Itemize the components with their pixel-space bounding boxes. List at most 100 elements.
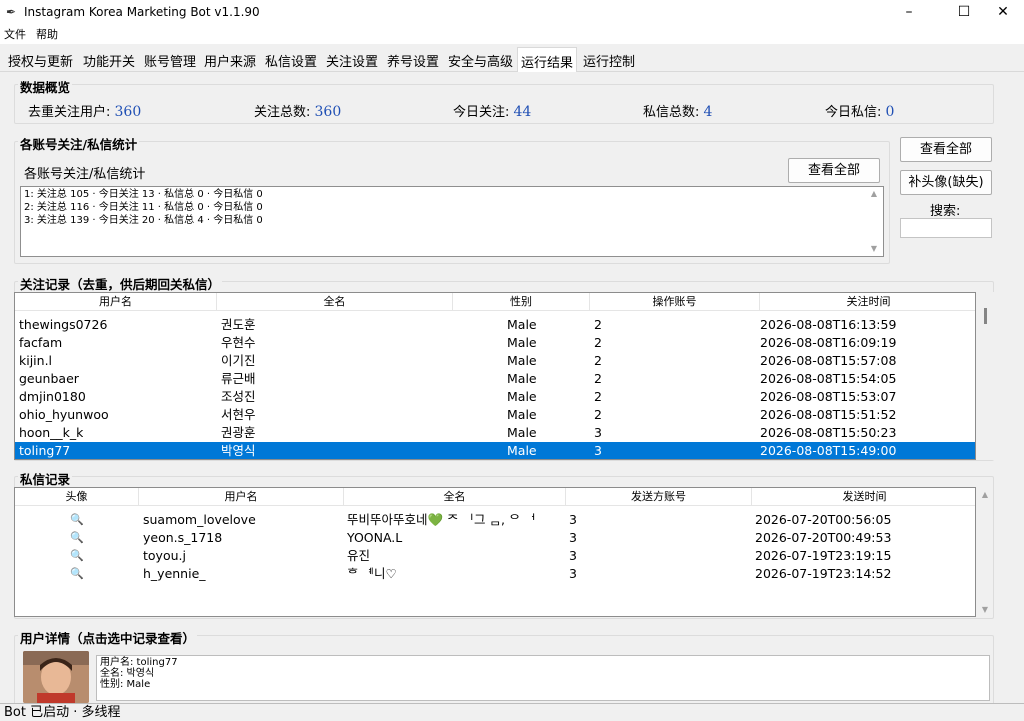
tab-feature-switch[interactable]: 功能开关: [81, 51, 137, 72]
table-cell: 3: [569, 566, 577, 581]
column-header[interactable]: 关注时间: [760, 293, 975, 311]
stat-dm-total: 私信总数: 4: [643, 104, 713, 120]
column-header[interactable]: 用户名: [139, 488, 344, 506]
column-header[interactable]: 发送时间: [752, 488, 975, 506]
table-cell: toling77: [19, 443, 71, 458]
table-cell: Male: [507, 335, 537, 350]
user-detail-line: 用户名: toling77: [100, 657, 178, 668]
search-label: 搜索:: [930, 204, 961, 219]
table-cell: Male: [507, 389, 537, 404]
table-row[interactable]: thewings0726 권도훈 Male 2 2026-08-08T16:13:59: [15, 316, 975, 334]
tab-auth-update[interactable]: 授权与更新: [6, 51, 75, 72]
tab-dm-settings[interactable]: 私信设置: [263, 51, 319, 72]
search-input[interactable]: [900, 218, 992, 238]
fill-avatar-button[interactable]: 补头像(缺失): [900, 170, 992, 195]
table-cell: facfam: [19, 335, 63, 350]
scroll-down-icon[interactable]: ▼: [977, 605, 993, 614]
scroll-up-icon[interactable]: ▲: [866, 189, 882, 198]
window-title: Instagram Korea Marketing Bot v1.1.90: [24, 5, 260, 19]
table-cell: 유진: [347, 548, 371, 563]
tab-security-advanced[interactable]: 安全与高级: [446, 51, 515, 72]
user-detail-textbox[interactable]: 用户名: toling77 全名: 박영식 性别: Male: [96, 655, 990, 701]
view-all-button[interactable]: 查看全部: [900, 137, 992, 162]
table-cell: 2026-07-20T00:49:53: [755, 530, 892, 545]
table-cell: 2026-07-19T23:14:52: [755, 566, 892, 581]
column-header[interactable]: 全名: [344, 488, 566, 506]
table-cell: Male: [507, 353, 537, 368]
account-stats-line: 1: 关注总 105 · 今日关注 13 · 私信总 0 · 今日私信 0: [24, 189, 263, 200]
close-icon[interactable]: ✕: [980, 0, 1024, 24]
account-stats-title: 各账号关注/私信统计: [18, 134, 140, 153]
column-header[interactable]: 头像: [15, 488, 139, 506]
view-all-button-inner[interactable]: 查看全部: [788, 158, 880, 183]
dm-records-title: 私信记录: [18, 469, 73, 488]
magnifier-icon: 🔍: [70, 513, 84, 526]
column-header[interactable]: 用户名: [15, 293, 217, 311]
scroll-down-icon[interactable]: ▼: [866, 244, 882, 253]
tab-account-management[interactable]: 账号管理: [142, 51, 198, 72]
minimize-icon[interactable]: –: [886, 0, 932, 24]
tab-follow-settings[interactable]: 关注设置: [324, 51, 380, 72]
follow-records-table[interactable]: 用户名 全名 性别 操作账号 关注时间 thewings0726 권도훈 Male 2…: [14, 292, 976, 460]
magnifier-icon: 🔍: [70, 531, 84, 544]
tab-user-source[interactable]: 用户来源: [202, 51, 258, 72]
column-header[interactable]: 全名: [217, 293, 453, 311]
table-cell: hoon__k_k: [19, 425, 84, 440]
overview-title: 数据概览: [18, 77, 73, 96]
menu-help[interactable]: 帮助: [36, 26, 58, 42]
stat-follow-total: 关注总数: 360: [254, 104, 342, 120]
dm-records-table[interactable]: 头像 用户名 全名 发送方账号 发送时间 🔍 suamom_lovelove 뚜비뚜…: [14, 487, 976, 617]
column-header[interactable]: 性别: [453, 293, 590, 311]
tab-warmup-settings[interactable]: 养号设置: [385, 51, 441, 72]
table-cell: toyou.j: [143, 548, 186, 563]
table-row[interactable]: 🔍 toyou.j 유진 3 2026-07-19T23:19:15: [15, 547, 975, 565]
scroll-thumb[interactable]: [984, 308, 987, 324]
table-cell: YOONA.L: [347, 530, 403, 545]
table-row[interactable]: 🔍 yeon.s_1718 YOONA.L 3 2026-07-20T00:49:53: [15, 529, 975, 547]
column-header[interactable]: 发送方账号: [566, 488, 752, 506]
menu-file[interactable]: 文件: [4, 26, 26, 42]
table-cell: 2026-08-08T15:49:00: [760, 443, 897, 458]
account-stats-line: 3: 关注总 139 · 今日关注 20 · 私信总 4 · 今日私信 0: [24, 215, 263, 226]
table-cell: 2: [594, 371, 602, 386]
user-detail-line: 性别: Male: [100, 679, 151, 690]
account-stats-line: 2: 关注总 116 · 今日关注 11 · 私信总 0 · 今日私信 0: [24, 202, 263, 213]
table-row[interactable]: kijin.l 이기진 Male 2 2026-08-08T15:57:08: [15, 352, 975, 370]
table-row[interactable]: 🔍 suamom_lovelove 뚜비뚜아뚜호네💚 ᄌ ᅵ그 ᆷ, ᄋ ᅥ 3 202…: [15, 511, 975, 529]
table-row[interactable]: toling77 박영식 Male 3 2026-08-08T15:49:00: [15, 442, 975, 459]
tab-run-results[interactable]: 运行结果: [517, 47, 578, 72]
user-detail-title: 用户详情（点击选中记录查看）: [18, 628, 198, 647]
follow-table-header: 用户名 全名 性别 操作账号 关注时间: [15, 293, 975, 311]
table-cell: 2: [594, 389, 602, 404]
table-cell: Male: [507, 443, 537, 458]
magnifier-icon: 🔍: [70, 567, 84, 580]
table-cell: kijin.l: [19, 353, 53, 368]
table-cell: 3: [569, 530, 577, 545]
table-row[interactable]: hoon__k_k 권광훈 Male 3 2026-08-08T15:50:23: [15, 424, 975, 442]
table-cell: thewings0726: [19, 317, 108, 332]
feather-icon: ✒: [6, 5, 17, 19]
table-cell: 3: [594, 443, 602, 458]
table-row[interactable]: 🔍 h_yennie_ ᄒ ᅨ니♡ 3 2026-07-19T23:14:52: [15, 565, 975, 583]
table-row[interactable]: dmjin0180 조성진 Male 2 2026-08-08T15:53:07: [15, 388, 975, 406]
column-header[interactable]: 操作账号: [590, 293, 760, 311]
table-cell: Male: [507, 371, 537, 386]
scroll-up-icon[interactable]: ▲: [977, 490, 993, 499]
table-cell: 2: [594, 353, 602, 368]
table-row[interactable]: ohio_hyunwoo 서현우 Male 2 2026-08-08T15:51:52: [15, 406, 975, 424]
table-cell: geunbaer: [19, 371, 79, 386]
table-row[interactable]: facfam 우현수 Male 2 2026-08-08T16:09:19: [15, 334, 975, 352]
account-stats-textbox[interactable]: 1: 关注总 105 · 今日关注 13 · 私信总 0 · 今日私信 0 2:…: [20, 186, 884, 257]
tab-run-control[interactable]: 运行控制: [581, 51, 637, 72]
table-cell: h_yennie_: [143, 566, 206, 581]
follow-records-title: 关注记录（去重，供后期回关私信）: [18, 274, 223, 293]
table-cell: ohio_hyunwoo: [19, 407, 109, 422]
table-row[interactable]: geunbaer 류근배 Male 2 2026-08-08T15:54:05: [15, 370, 975, 388]
table-cell: 2026-08-08T15:54:05: [760, 371, 897, 386]
table-cell: 2026-07-20T00:56:05: [755, 512, 892, 527]
follow-scrollbar[interactable]: [978, 292, 994, 460]
table-cell: ᄒ ᅨ니♡: [347, 566, 397, 581]
table-cell: suamom_lovelove: [143, 512, 256, 527]
table-cell: dmjin0180: [19, 389, 86, 404]
table-cell: 조성진: [221, 389, 256, 404]
